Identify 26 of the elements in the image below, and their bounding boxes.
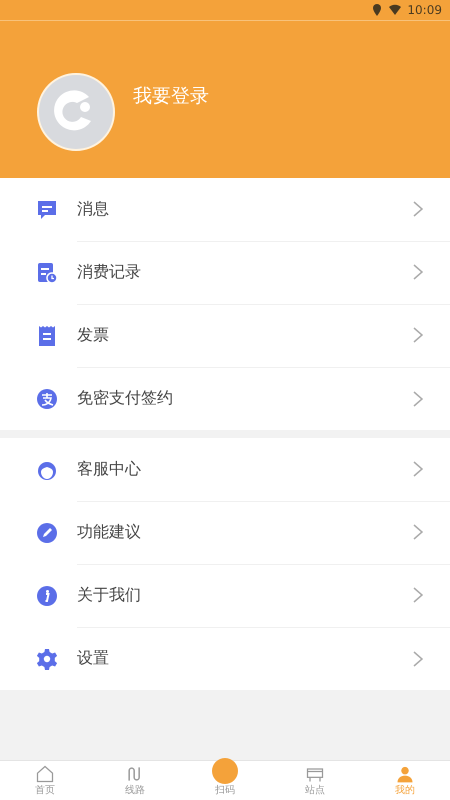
receipt-clock-icon [35, 260, 59, 284]
chevron-icon [412, 460, 424, 478]
menu-item[interactable]: 关于我们 [0, 564, 450, 627]
menu-item[interactable]: 功能建议 [0, 501, 450, 564]
pencil-icon [35, 520, 59, 544]
settings-icon [35, 646, 59, 670]
menu-item[interactable]: 发票 [0, 304, 450, 367]
menu-item[interactable]: 免密支付签约 [0, 367, 450, 430]
wifi-icon [389, 4, 402, 16]
status-time: 10:09 [407, 3, 442, 17]
info-icon [35, 584, 59, 608]
chevron-icon [412, 523, 424, 541]
payment-icon [35, 386, 59, 410]
home-icon [35, 764, 55, 784]
chevron-icon [412, 200, 424, 218]
menu-item[interactable]: 消费记录 [0, 241, 450, 304]
chevron-icon [412, 650, 424, 668]
menu-item[interactable]: 消息 [0, 178, 450, 241]
chevron-icon [412, 390, 424, 408]
menu-item[interactable]: 客服中心 [0, 438, 450, 501]
chevron-icon [412, 326, 424, 344]
person-icon [395, 764, 415, 784]
menu-item[interactable]: 设置 [0, 627, 450, 690]
chevron-icon [412, 586, 424, 604]
chevron-icon [412, 263, 424, 281]
location-icon [371, 4, 384, 16]
